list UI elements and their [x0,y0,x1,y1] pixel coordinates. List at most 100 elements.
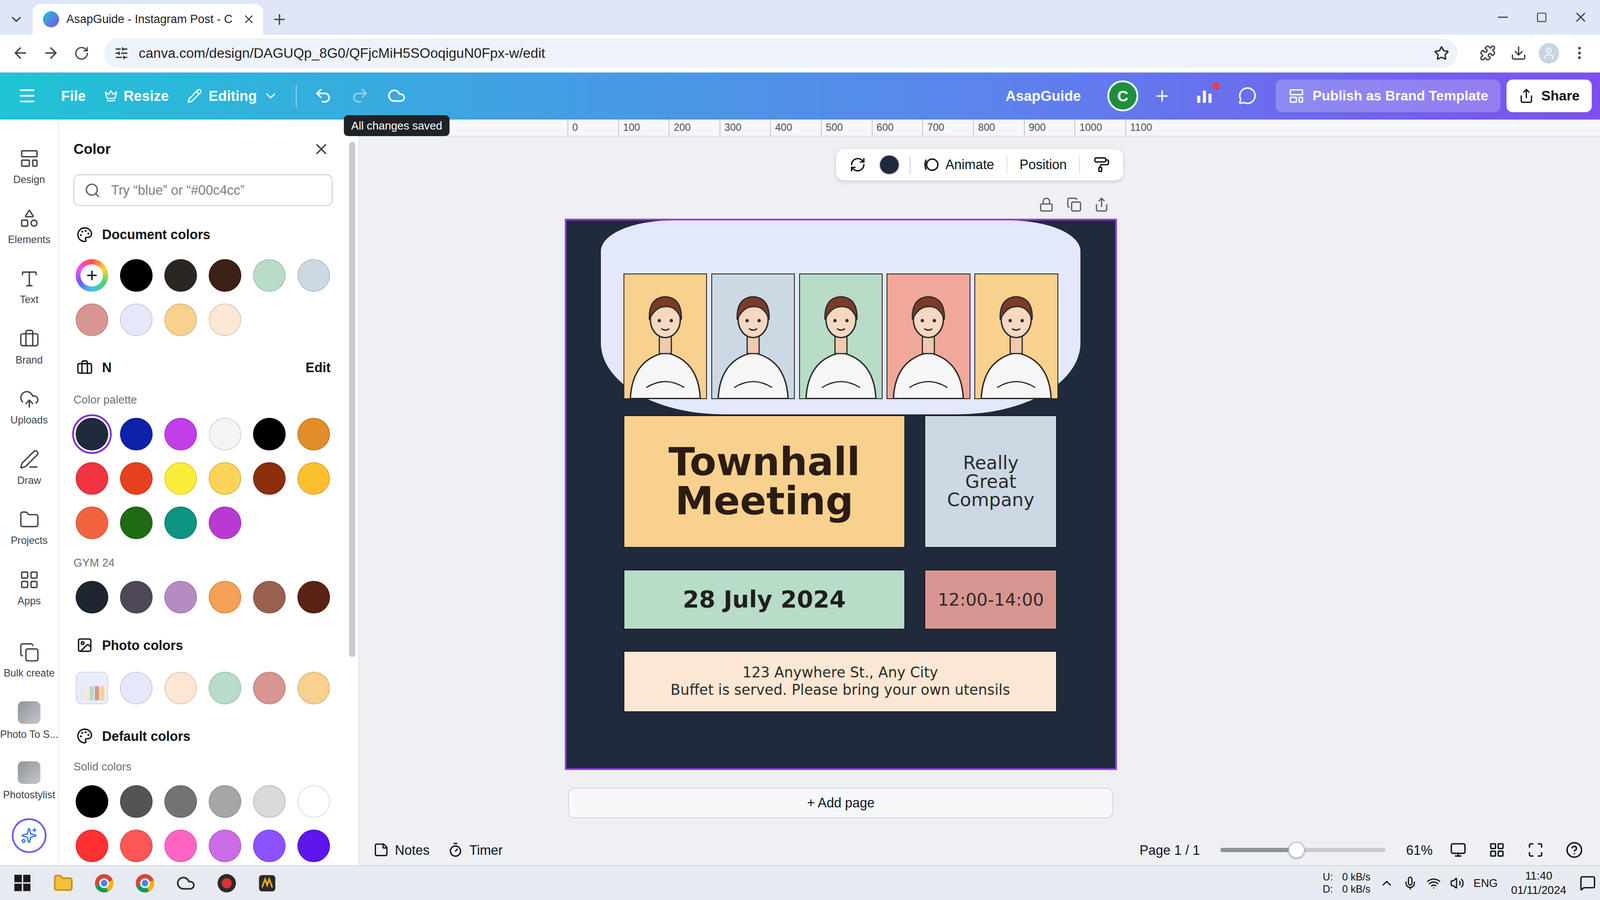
sidebar-item[interactable]: Photo To S... [0,690,59,751]
invite-button[interactable] [1144,79,1180,113]
person-card[interactable] [886,273,970,400]
color-swatch[interactable] [164,462,197,495]
color-swatch[interactable] [253,785,286,818]
color-swatch[interactable] [164,580,197,614]
duplicate-icon[interactable] [1066,196,1082,213]
zoom-reading[interactable]: 61% [1406,842,1433,858]
color-swatch[interactable] [208,580,242,614]
sidebar-item[interactable]: Uploads [0,377,59,438]
team-name[interactable]: AsapGuide [1005,87,1081,105]
color-swatch[interactable] [297,829,330,863]
color-swatch[interactable] [208,785,242,818]
element-color-button[interactable] [879,154,900,176]
photo-thumbnail[interactable] [75,671,109,705]
tab-list-button[interactable] [3,3,29,35]
browser-tab[interactable]: AsapGuide - Instagram Post - C [32,3,264,35]
help-button[interactable] [1561,835,1588,865]
site-info-icon[interactable] [114,46,129,61]
panel-scrollbar[interactable] [346,119,357,866]
share-button[interactable]: Share [1506,79,1592,113]
color-swatch[interactable] [164,303,197,337]
notes-button[interactable]: Notes [371,842,432,858]
edit-brand-kit-button[interactable]: Edit [303,360,333,376]
color-swatch[interactable] [75,506,109,540]
replace-button[interactable] [846,150,870,180]
sidebar-item[interactable]: Projects [0,497,59,558]
notifications-icon[interactable] [1579,874,1597,892]
save-status-button[interactable]: All changes saved [378,79,415,113]
zoom-slider[interactable] [1220,847,1386,852]
extensions-button[interactable] [1473,38,1503,68]
microphone-icon[interactable] [1403,876,1418,891]
color-swatch[interactable] [253,417,286,451]
reload-button[interactable] [67,38,97,68]
color-swatch[interactable] [75,785,109,818]
color-swatch[interactable] [120,671,153,705]
address-box[interactable]: 123 Anywhere St., Any CityBuffet is serv… [623,650,1057,713]
color-swatch[interactable] [120,829,153,863]
color-swatch[interactable] [297,417,330,451]
time-box[interactable]: 12:00-14:00 [924,569,1057,630]
timer-button[interactable]: Timer [445,842,505,858]
person-card[interactable] [799,273,883,400]
editing-mode-button[interactable]: Editing [177,79,288,113]
recorder-button[interactable] [206,865,247,900]
color-swatch[interactable] [253,671,286,705]
back-button[interactable] [6,38,35,68]
color-swatch[interactable] [120,506,153,540]
color-swatch[interactable] [208,506,242,540]
zoom-slider-thumb[interactable] [1288,841,1305,859]
magic-assistant-button[interactable] [11,818,47,854]
app-button[interactable] [165,865,207,900]
color-swatch[interactable] [120,462,153,495]
forward-button[interactable] [36,38,66,68]
color-swatch[interactable] [297,462,330,495]
chrome-button[interactable] [83,865,125,900]
color-swatch[interactable] [120,303,153,337]
volume-icon[interactable] [1450,876,1465,891]
color-swatch[interactable] [75,580,109,614]
undo-button[interactable] [304,79,342,113]
color-swatch[interactable] [75,462,109,495]
color-swatch[interactable] [120,417,153,451]
color-swatch[interactable] [297,259,330,292]
scrollbar-thumb[interactable] [349,141,356,657]
file-explorer-button[interactable] [43,865,84,900]
page-view-button[interactable] [1444,835,1472,865]
clock[interactable]: 11:4001/11/2024 [1506,868,1571,898]
publish-brand-template-button[interactable]: Publish as Brand Template [1275,79,1501,113]
bookmark-star-icon[interactable] [1433,45,1450,61]
share-page-icon[interactable] [1093,196,1110,213]
new-tab-button[interactable] [263,5,296,34]
browser-menu-button[interactable] [1565,38,1594,68]
color-swatch[interactable] [253,462,286,495]
color-swatch[interactable] [208,462,242,495]
color-swatch[interactable] [164,785,197,818]
lock-icon[interactable] [1038,196,1054,213]
minimize-button[interactable] [1483,3,1523,32]
color-swatch[interactable] [120,259,153,292]
title-box[interactable]: Townhall Meeting [623,415,906,548]
position-button[interactable]: Position [1017,156,1069,173]
address-bar[interactable]: canva.com/design/DAGUQp_8G0/QFjcMiH5SOoq… [103,38,1457,68]
sidebar-item[interactable]: Apps [0,558,59,619]
color-swatch[interactable] [208,417,242,451]
color-swatch[interactable] [164,506,197,540]
sidebar-item[interactable]: Brand [0,317,59,378]
add-page-button[interactable]: + Add page [568,787,1114,819]
color-swatch[interactable] [208,671,242,705]
sidebar-item[interactable]: Photostylist [0,750,59,811]
copy-style-button[interactable] [1090,150,1114,180]
start-button[interactable] [2,865,44,900]
search-input[interactable] [109,181,322,200]
color-swatch[interactable] [297,671,330,705]
person-card[interactable] [623,273,707,400]
person-card[interactable] [711,273,795,400]
date-box[interactable]: 28 July 2024 [623,569,906,630]
sidebar-item[interactable]: Elements [0,196,59,257]
color-swatch[interactable] [208,829,242,863]
company-box[interactable]: Really Great Company [924,415,1057,548]
color-swatch[interactable] [253,829,286,863]
wifi-icon[interactable] [1426,876,1441,891]
sidebar-item[interactable]: Text [0,256,59,317]
